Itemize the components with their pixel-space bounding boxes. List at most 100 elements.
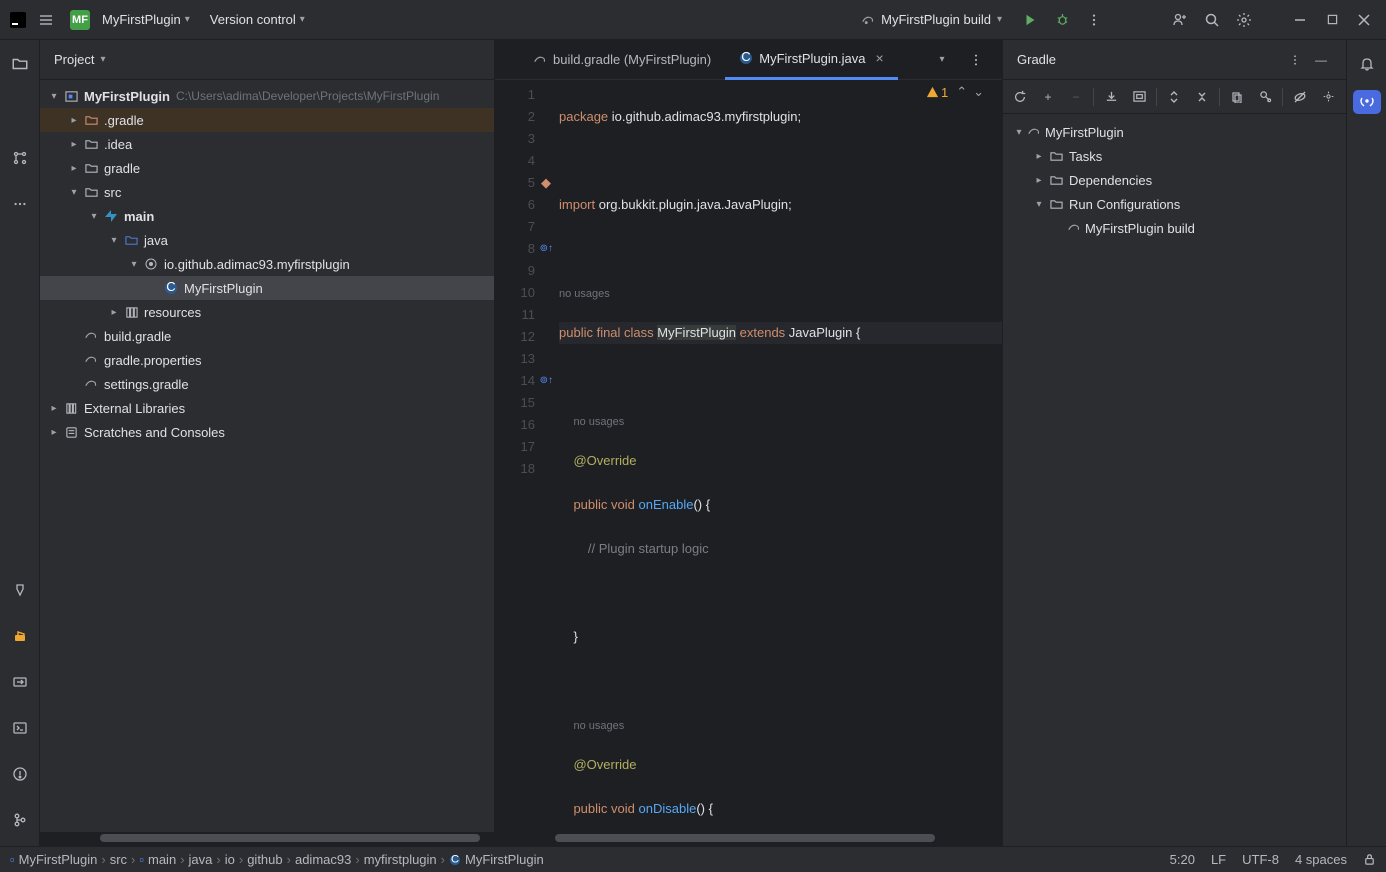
code-content[interactable]: package io.github.adimac93.myfirstplugin… — [543, 80, 1002, 832]
build-tool-button[interactable] — [6, 576, 34, 604]
vcs-tool-button[interactable] — [6, 806, 34, 834]
expand-arrow-icon[interactable]: ▸ — [66, 139, 82, 150]
expand-arrow-icon[interactable]: ▾ — [86, 211, 102, 222]
services-tool-button[interactable] — [6, 668, 34, 696]
expand-arrow-icon[interactable]: ▸ — [66, 163, 82, 174]
tree-row-class[interactable]: C MyFirstPlugin — [40, 276, 494, 300]
breadcrumb-item[interactable]: myfirstplugin — [364, 852, 437, 867]
terminal-tool-button[interactable] — [6, 714, 34, 742]
tree-row-scratches[interactable]: ▸ Scratches and Consoles — [40, 420, 494, 444]
indent-setting[interactable]: 4 spaces — [1295, 852, 1347, 867]
tree-label: src — [104, 185, 121, 200]
project-panel-header[interactable]: Project ▾ — [40, 40, 494, 80]
add-button[interactable]: + — [1037, 86, 1059, 108]
panel-options-button[interactable] — [1284, 49, 1306, 71]
clipboard-button[interactable] — [1226, 86, 1248, 108]
breadcrumb-item[interactable]: src — [110, 852, 127, 867]
readonly-toggle[interactable] — [1363, 853, 1376, 866]
expand-arrow-icon[interactable]: ▸ — [46, 427, 62, 438]
notifications-button[interactable] — [1353, 50, 1381, 78]
gradle-icon — [1067, 221, 1081, 235]
expand-all-button[interactable] — [1163, 86, 1185, 108]
project-dropdown[interactable]: MyFirstPlugin ▾ — [94, 8, 198, 31]
debug-button[interactable] — [1048, 6, 1076, 34]
tree-row-idea[interactable]: ▸ .idea — [40, 132, 494, 156]
more-actions-button[interactable] — [1080, 6, 1108, 34]
expand-arrow-icon[interactable]: ▾ — [66, 187, 82, 198]
tree-row-gradle-dir[interactable]: ▸ .gradle — [40, 108, 494, 132]
tab-java-file[interactable]: C MyFirstPlugin.java × — [725, 40, 897, 80]
expand-arrow-icon[interactable]: ▸ — [66, 115, 82, 126]
gradle-tasks-row[interactable]: ▸ Tasks — [1003, 144, 1346, 168]
tree-row-main[interactable]: ▾ main — [40, 204, 494, 228]
close-tab-icon[interactable]: × — [875, 50, 883, 66]
expand-arrow-icon[interactable]: ▸ — [106, 307, 122, 318]
settings-button[interactable] — [1230, 6, 1258, 34]
expand-arrow-icon[interactable]: ▾ — [106, 235, 122, 246]
tree-row-src[interactable]: ▾ src — [40, 180, 494, 204]
code-editor[interactable]: 1 ⌃ ⌄ 1 2 3 4 ◆5 6 7 ⊚↑8 9 10 11 12 13 — [495, 80, 1002, 832]
breadcrumb-item[interactable]: io — [225, 852, 235, 867]
vcs-dropdown[interactable]: Version control ▾ — [202, 8, 313, 31]
code-with-me-button[interactable] — [1166, 6, 1194, 34]
gradle-runconfigs-row[interactable]: ▾ Run Configurations — [1003, 192, 1346, 216]
tree-row-package[interactable]: ▾ io.github.adimac93.myfirstplugin — [40, 252, 494, 276]
tree-row-build-gradle[interactable]: build.gradle — [40, 324, 494, 348]
expand-arrow-icon[interactable]: ▾ — [1011, 127, 1027, 138]
expand-arrow-icon[interactable]: ▸ — [46, 403, 62, 414]
project-tool-button[interactable] — [6, 50, 34, 78]
close-window-button[interactable] — [1350, 6, 1378, 34]
tree-root-row[interactable]: ▾ MyFirstPlugin C:\Users\adima\Developer… — [40, 84, 494, 108]
tree-label: MyFirstPlugin — [1045, 125, 1124, 140]
editor-scrollbar[interactable] — [495, 832, 1002, 846]
problems-tool-button[interactable] — [6, 760, 34, 788]
structure-tool-button[interactable] — [6, 144, 34, 172]
tab-list-button[interactable]: ▾ — [928, 46, 956, 74]
tree-row-settings-gradle[interactable]: settings.gradle — [40, 372, 494, 396]
gradle-build-config-row[interactable]: MyFirstPlugin build — [1003, 216, 1346, 240]
analyze-deps-button[interactable] — [1254, 86, 1276, 108]
collapse-all-button[interactable] — [1191, 86, 1213, 108]
tree-row-java[interactable]: ▾ java — [40, 228, 494, 252]
project-scrollbar[interactable] — [40, 832, 494, 846]
gradle-root-row[interactable]: ▾ MyFirstPlugin — [1003, 120, 1346, 144]
execute-task-button[interactable] — [1128, 86, 1150, 108]
breadcrumb-item[interactable]: ▫MyFirstPlugin — [10, 852, 97, 867]
main-menu-button[interactable] — [32, 6, 60, 34]
more-tools-button[interactable] — [6, 190, 34, 218]
download-button[interactable] — [1100, 86, 1122, 108]
tree-row-ext-libs[interactable]: ▸ External Libraries — [40, 396, 494, 420]
breadcrumb-item[interactable]: C MyFirstPlugin — [449, 852, 544, 867]
file-encoding[interactable]: UTF-8 — [1242, 852, 1279, 867]
gradle-settings-button[interactable] — [1317, 86, 1339, 108]
tree-row-gradle[interactable]: ▸ gradle — [40, 156, 494, 180]
maximize-window-button[interactable] — [1318, 6, 1346, 34]
cursor-position[interactable]: 5:20 — [1170, 852, 1195, 867]
minimize-window-button[interactable] — [1286, 6, 1314, 34]
breadcrumb-item[interactable]: adimac93 — [295, 852, 351, 867]
tree-row-resources[interactable]: ▸ resources — [40, 300, 494, 324]
breadcrumb-item[interactable]: ▫main — [139, 852, 176, 867]
hide-panel-button[interactable]: — — [1310, 49, 1332, 71]
tab-build-gradle[interactable]: build.gradle (MyFirstPlugin) — [519, 40, 725, 80]
breadcrumb-item[interactable]: github — [247, 852, 282, 867]
search-everywhere-button[interactable] — [1198, 6, 1226, 34]
expand-arrow-icon[interactable]: ▾ — [1031, 199, 1047, 210]
gradle-deps-row[interactable]: ▸ Dependencies — [1003, 168, 1346, 192]
run-config-selector[interactable]: MyFirstPlugin build ▾ — [851, 9, 1012, 30]
expand-arrow-icon[interactable]: ▸ — [1031, 175, 1047, 186]
line-separator[interactable]: LF — [1211, 852, 1226, 867]
toggle-offline-button[interactable] — [1289, 86, 1311, 108]
tab-options-button[interactable] — [962, 46, 990, 74]
expand-arrow-icon[interactable]: ▾ — [126, 259, 142, 270]
ai-assistant-button[interactable] — [1353, 90, 1381, 114]
tree-label: External Libraries — [84, 401, 185, 416]
gradle-tool-button[interactable] — [6, 622, 34, 650]
tree-row-gradle-props[interactable]: gradle.properties — [40, 348, 494, 372]
expand-arrow-icon[interactable]: ▾ — [46, 91, 62, 102]
expand-arrow-icon[interactable]: ▸ — [1031, 151, 1047, 162]
refresh-button[interactable] — [1009, 86, 1031, 108]
run-button[interactable] — [1016, 6, 1044, 34]
folder-icon — [82, 114, 100, 127]
breadcrumb-item[interactable]: java — [189, 852, 213, 867]
